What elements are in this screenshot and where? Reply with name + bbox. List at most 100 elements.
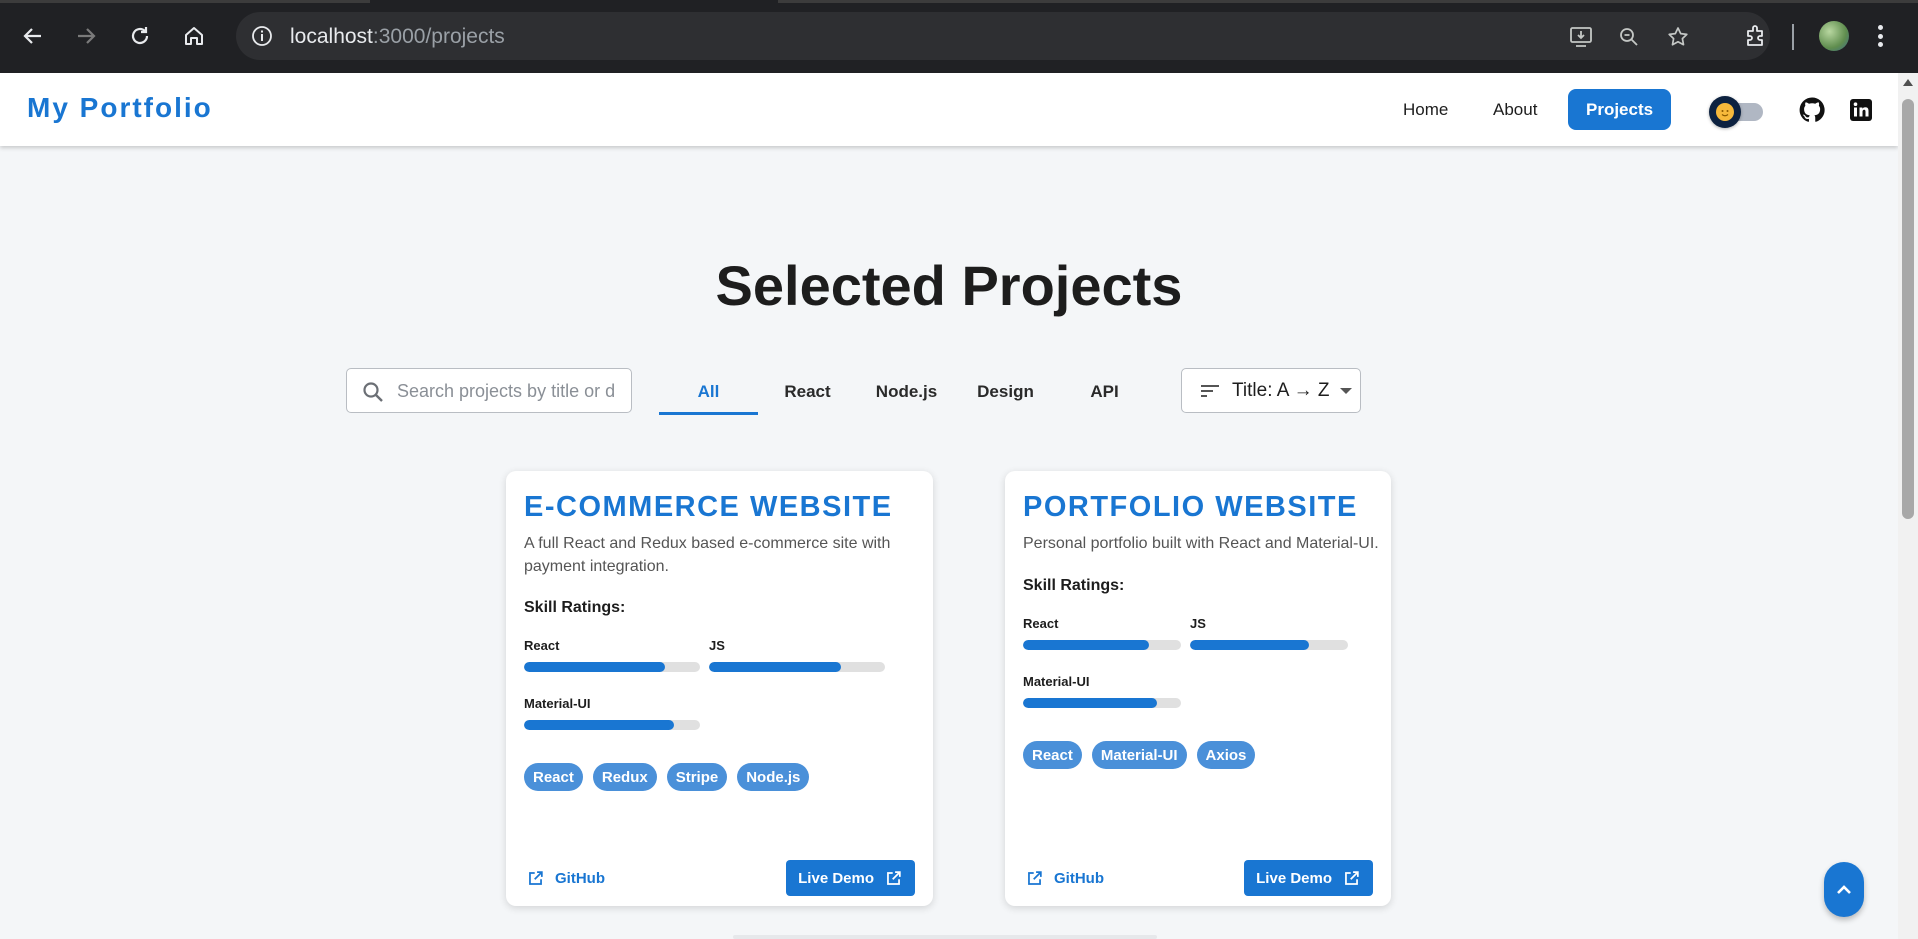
- brand-logo[interactable]: My Portfolio: [27, 92, 213, 124]
- chevron-down-icon: [1339, 387, 1352, 394]
- scroll-up-arrow-icon[interactable]: [1903, 79, 1913, 86]
- live-demo-button[interactable]: Live Demo: [786, 860, 915, 896]
- project-card: E-COMMERCE WEBSITE A full React and Redu…: [506, 471, 933, 906]
- arrow-right-icon: [78, 28, 96, 44]
- skill-bar-fill: [1023, 640, 1150, 650]
- scrollbar-thumb[interactable]: [1902, 99, 1914, 519]
- project-description: Personal portfolio built with React and …: [1023, 535, 1379, 552]
- chevron-up-icon: [1837, 884, 1851, 894]
- skill-rating: Material-UI: [524, 696, 700, 730]
- skill-bar-fill: [709, 662, 841, 672]
- github-icon[interactable]: [1798, 96, 1826, 124]
- forward-button[interactable]: [68, 18, 104, 54]
- tab-react[interactable]: React: [758, 368, 857, 415]
- arrow-left-icon: [23, 28, 41, 44]
- home-icon: [185, 27, 203, 45]
- scroll-to-top-button[interactable]: [1824, 862, 1864, 917]
- project-title: E-COMMERCE WEBSITE: [524, 491, 893, 523]
- install-app-icon[interactable]: [1568, 24, 1594, 50]
- skill-rating: JS: [1190, 616, 1348, 650]
- extensions-icon[interactable]: [1742, 22, 1770, 50]
- skill-bar: [1190, 640, 1348, 650]
- url-path: :3000/projects: [372, 25, 505, 48]
- tag-chip: Axios: [1196, 741, 1256, 769]
- tag-chip: React: [524, 763, 583, 791]
- external-link-icon: [887, 870, 901, 885]
- tag-chip: Material-UI: [1091, 741, 1187, 769]
- url-host: localhost: [290, 25, 373, 48]
- toggle-thumb: [1709, 96, 1741, 128]
- skill-name: React: [524, 638, 560, 653]
- nav-projects[interactable]: Projects: [1568, 89, 1672, 130]
- site-info-icon[interactable]: [250, 24, 274, 48]
- skill-rating: JS: [709, 638, 885, 672]
- project-description: A full React and Redux based e-commerce …: [524, 535, 891, 575]
- live-demo-button[interactable]: Live Demo: [1244, 860, 1373, 896]
- back-button[interactable]: [15, 18, 51, 54]
- skill-bar: [524, 720, 700, 730]
- tab-design[interactable]: Design: [956, 368, 1055, 415]
- search-input[interactable]: [397, 375, 623, 407]
- skill-bar: [709, 662, 885, 672]
- reload-button[interactable]: [122, 18, 158, 54]
- site-header: My Portfolio Home About Projects: [0, 73, 1898, 146]
- tab-nodejs[interactable]: Node.js: [857, 368, 956, 415]
- github-link-label: GitHub: [1054, 870, 1104, 887]
- sun-icon: [1716, 103, 1734, 121]
- sort-select[interactable]: Title: A → Z: [1181, 368, 1361, 413]
- tab-strip-edge: [0, 0, 1918, 4]
- github-link-label: GitHub: [555, 870, 605, 887]
- sort-label: Title: A → Z: [1232, 379, 1330, 401]
- tab-all[interactable]: All: [659, 368, 758, 415]
- toolbar-separator: [1792, 24, 1794, 50]
- search-icon: [363, 382, 383, 402]
- address-bar[interactable]: localhost:3000/projects: [236, 12, 1770, 60]
- skill-bar: [1023, 698, 1181, 708]
- next-card-edge: [733, 935, 1157, 939]
- home-button[interactable]: [176, 18, 212, 54]
- search-field[interactable]: [346, 368, 632, 413]
- nav-home[interactable]: Home: [1385, 89, 1466, 130]
- page-title: Selected Projects: [715, 254, 1183, 317]
- live-demo-label: Live Demo: [1256, 869, 1332, 887]
- skill-name: React: [1023, 616, 1059, 631]
- skills-heading: Skill Ratings:: [1023, 577, 1125, 594]
- zoom-icon[interactable]: [1616, 24, 1642, 50]
- tab-api[interactable]: API: [1055, 368, 1154, 415]
- github-link[interactable]: GitHub: [1025, 869, 1104, 888]
- nav-about[interactable]: About: [1475, 89, 1555, 130]
- external-link-icon: [1345, 870, 1359, 885]
- tag-chip: Stripe: [666, 763, 728, 791]
- skill-name: Material-UI: [524, 696, 591, 711]
- skill-rating: React: [524, 638, 700, 672]
- sort-icon: [1201, 384, 1219, 397]
- skill-name: JS: [1190, 616, 1206, 631]
- github-link[interactable]: GitHub: [526, 869, 605, 888]
- profile-avatar[interactable]: [1819, 21, 1849, 51]
- external-link-icon: [1028, 871, 1042, 885]
- tag-list: React Redux Stripe Node.js: [524, 763, 810, 791]
- browser-toolbar: localhost:3000/projects: [0, 0, 1918, 73]
- theme-toggle[interactable]: [1709, 96, 1765, 128]
- skills-heading: Skill Ratings:: [524, 599, 626, 616]
- browser-menu-icon[interactable]: [1872, 22, 1888, 50]
- project-title: PORTFOLIO WEBSITE: [1023, 491, 1358, 523]
- tag-chip: Redux: [592, 763, 657, 791]
- tag-chip: React: [1023, 741, 1082, 769]
- live-demo-label: Live Demo: [798, 869, 874, 887]
- skill-bar-fill: [524, 720, 674, 730]
- skill-name: JS: [709, 638, 725, 653]
- tag-chip: Node.js: [737, 763, 810, 791]
- skill-bar-fill: [524, 662, 665, 672]
- tag-list: React Material-UI Axios: [1023, 741, 1256, 769]
- external-link-icon: [529, 871, 543, 885]
- skill-bar-fill: [1190, 640, 1309, 650]
- bookmark-star-icon[interactable]: [1665, 24, 1691, 50]
- page-scrollbar[interactable]: [1898, 73, 1918, 939]
- url-text: localhost:3000/projects: [290, 25, 505, 49]
- reload-icon: [131, 27, 149, 45]
- linkedin-icon[interactable]: [1847, 96, 1875, 124]
- tab-edge-left: [0, 0, 370, 3]
- skill-name: Material-UI: [1023, 674, 1090, 689]
- skill-rating: React: [1023, 616, 1181, 650]
